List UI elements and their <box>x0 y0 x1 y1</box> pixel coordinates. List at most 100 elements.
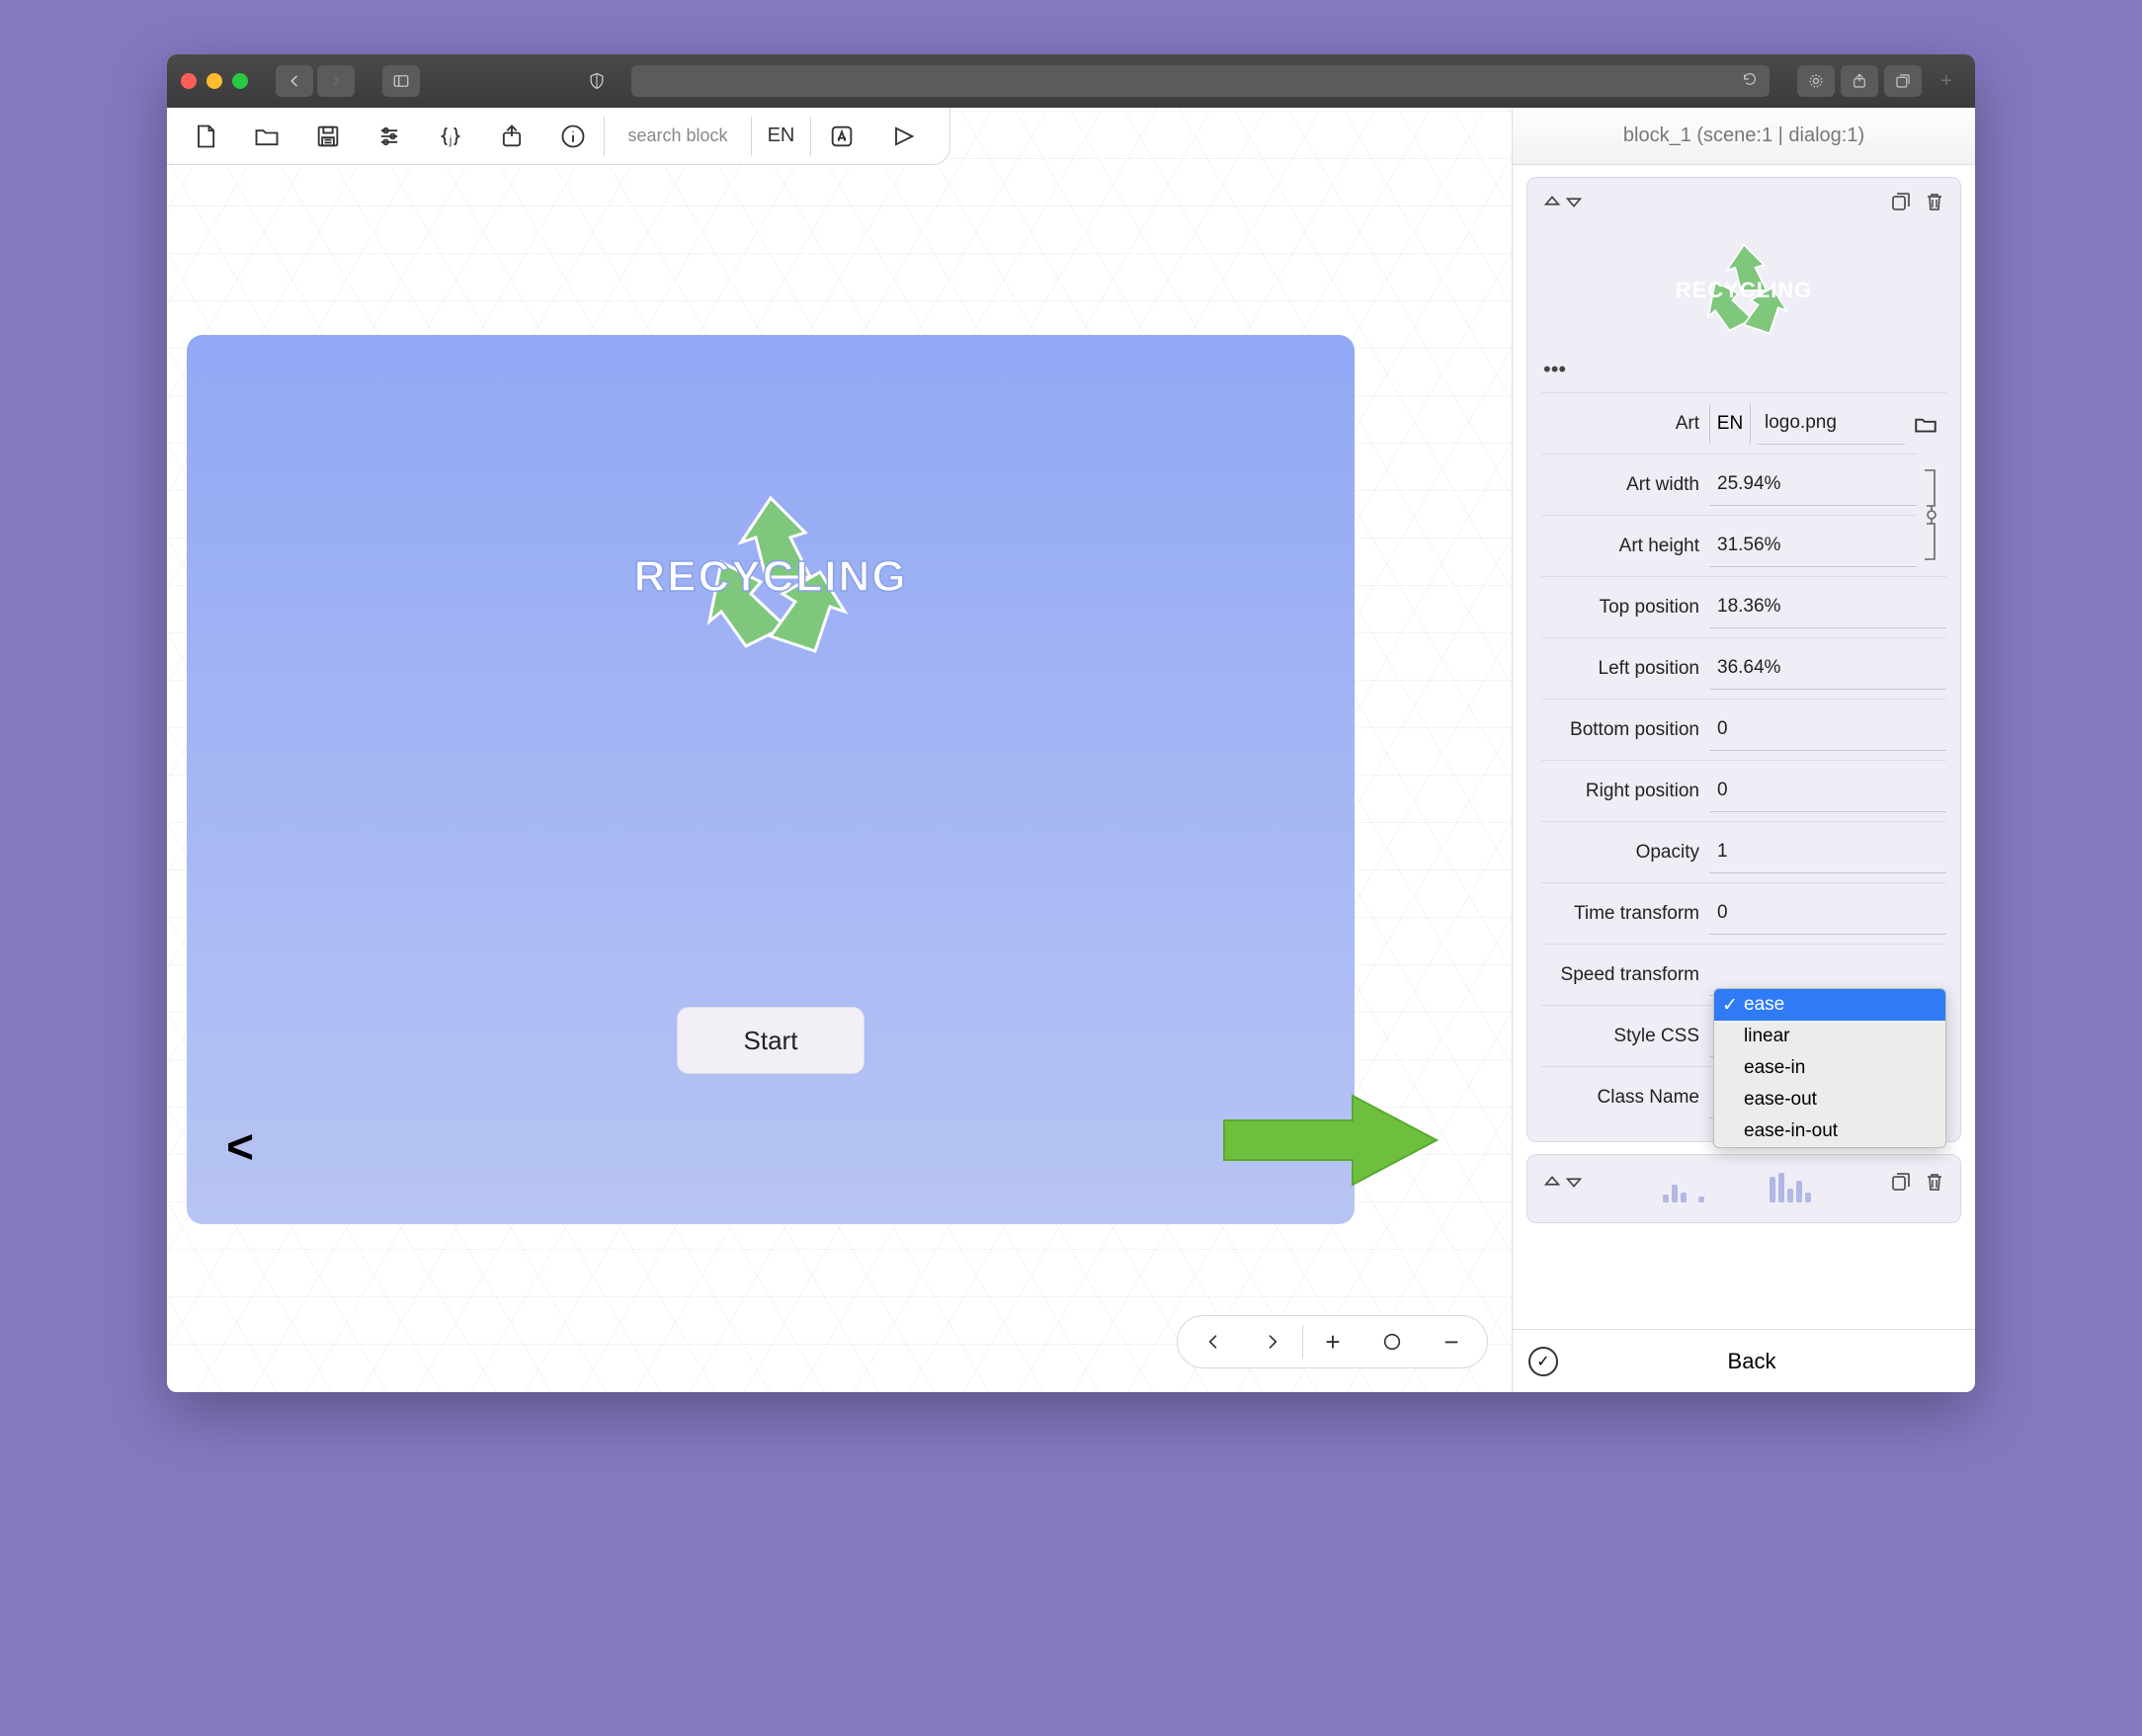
art-height-label: Art height <box>1541 536 1709 557</box>
right-position-label: Right position <box>1541 781 1709 802</box>
duplicate-icon[interactable] <box>1889 1170 1913 1199</box>
app-body: j search block EN <box>167 108 1975 1392</box>
art-width-row: Art width 25.94% <box>1541 454 1917 515</box>
app-store-icon[interactable] <box>811 114 872 159</box>
share-icon[interactable] <box>1841 65 1878 97</box>
bottom-position-input[interactable]: 0 <box>1709 709 1946 751</box>
right-position-row: Right position 0 <box>1541 760 1946 821</box>
new-tab-button[interactable]: + <box>1932 70 1961 93</box>
sidebar-footer: Back <box>1513 1329 1975 1392</box>
nav-buttons <box>276 65 355 97</box>
info-icon[interactable] <box>542 114 604 159</box>
browser-titlebar: + <box>167 54 1975 108</box>
back-button[interactable]: Back <box>1574 1349 1959 1374</box>
zoom-out-icon[interactable]: − <box>1422 1317 1481 1366</box>
open-folder-icon[interactable] <box>236 114 297 159</box>
titlebar-right-actions <box>1797 65 1922 97</box>
opacity-row: Opacity 1 <box>1541 821 1946 882</box>
opacity-label: Opacity <box>1541 842 1709 864</box>
left-position-label: Left position <box>1541 658 1709 680</box>
settings-sliders-icon[interactable] <box>359 114 420 159</box>
forward-button[interactable] <box>317 65 355 97</box>
delete-icon[interactable] <box>1923 190 1946 218</box>
tabs-overview-icon[interactable] <box>1884 65 1922 97</box>
dropdown-option-linear[interactable]: linear <box>1714 1021 1945 1052</box>
top-position-row: Top position 18.36% <box>1541 576 1946 637</box>
logo-art: RECYCLING <box>187 483 1355 671</box>
back-button[interactable] <box>276 65 313 97</box>
language-selector[interactable]: EN <box>752 117 811 156</box>
browse-file-icon[interactable] <box>1905 411 1946 437</box>
duplicate-icon[interactable] <box>1889 190 1913 218</box>
top-position-label: Top position <box>1541 597 1709 619</box>
zoom-reset-icon[interactable] <box>1362 1317 1422 1366</box>
sidebar-header-title: block_1 (scene:1 | dialog:1) <box>1513 108 1975 165</box>
new-file-icon[interactable] <box>175 114 236 159</box>
panel2-reorder-arrows <box>1541 1171 1585 1198</box>
dropdown-option-ease[interactable]: ease <box>1714 989 1945 1021</box>
waveform-preview <box>1663 1165 1811 1202</box>
prev-scene-button[interactable]: < <box>226 1120 254 1175</box>
zoom-in-icon[interactable]: + <box>1303 1317 1362 1366</box>
sidebar-toggle-button[interactable] <box>382 65 420 97</box>
move-up-icon[interactable] <box>1541 191 1563 217</box>
search-block-input[interactable]: search block <box>604 117 752 156</box>
dropdown-option-ease-out[interactable]: ease-out <box>1714 1084 1945 1116</box>
maximize-window-button[interactable] <box>232 73 248 89</box>
art-label: Art <box>1541 413 1709 435</box>
move-up-icon[interactable] <box>1541 1171 1563 1198</box>
panel-reorder-arrows <box>1541 191 1585 217</box>
bottom-toolbar: + − <box>1177 1315 1488 1368</box>
next-page-icon[interactable] <box>1243 1317 1302 1366</box>
timeline-panel <box>1526 1154 1961 1223</box>
app-window: + j search block EN <box>167 54 1975 1392</box>
bottom-position-row: Bottom position 0 <box>1541 699 1946 760</box>
traffic-lights <box>181 73 248 89</box>
play-icon[interactable] <box>872 114 934 159</box>
aspect-lock-icon[interactable] <box>1917 454 1946 576</box>
save-icon[interactable] <box>297 114 359 159</box>
confirm-icon[interactable] <box>1528 1347 1558 1376</box>
bottom-position-label: Bottom position <box>1541 719 1709 741</box>
thumbnail-logo-text: RECYCLING <box>1676 278 1813 303</box>
art-height-row: Art height 31.56% <box>1541 515 1917 576</box>
move-down-icon[interactable] <box>1563 1171 1585 1198</box>
address-bar[interactable] <box>631 65 1770 97</box>
right-position-input[interactable]: 0 <box>1709 771 1946 812</box>
opacity-input[interactable]: 1 <box>1709 832 1946 873</box>
art-lang[interactable]: EN <box>1709 404 1751 444</box>
close-window-button[interactable] <box>181 73 197 89</box>
minimize-window-button[interactable] <box>206 73 222 89</box>
json-icon[interactable]: j <box>420 114 481 159</box>
delete-icon[interactable] <box>1923 1170 1946 1199</box>
speed-transform-label: Speed transform <box>1541 964 1709 986</box>
top-position-input[interactable]: 18.36% <box>1709 587 1946 628</box>
art-height-input[interactable]: 31.56% <box>1709 526 1917 567</box>
sidebar-toggle-group <box>382 65 420 97</box>
privacy-shield-icon[interactable] <box>578 65 616 97</box>
art-file-input[interactable]: logo.png <box>1757 403 1905 445</box>
block-panel: RECYCLING ••• Art EN logo.png Art width … <box>1526 177 1961 1142</box>
speed-transform-dropdown[interactable]: ease linear ease-in ease-out ease-in-out <box>1713 988 1946 1148</box>
svg-text:j: j <box>449 134 453 147</box>
dropdown-option-ease-in[interactable]: ease-in <box>1714 1052 1945 1084</box>
panel-actions <box>1889 190 1946 218</box>
logo-text: RECYCLING <box>633 552 907 602</box>
start-button[interactable]: Start <box>677 1007 865 1074</box>
dropdown-option-ease-in-out[interactable]: ease-in-out <box>1714 1116 1945 1147</box>
canvas-area: j search block EN <box>167 108 1513 1392</box>
prev-page-icon[interactable] <box>1184 1317 1243 1366</box>
time-transform-input[interactable]: 0 <box>1709 893 1946 935</box>
extensions-gear-icon[interactable] <box>1797 65 1835 97</box>
export-icon[interactable] <box>481 114 542 159</box>
left-position-row: Left position 36.64% <box>1541 637 1946 699</box>
reload-icon[interactable] <box>1742 71 1758 92</box>
art-width-label: Art width <box>1541 474 1709 496</box>
more-options[interactable]: ••• <box>1541 355 1946 392</box>
scene-preview[interactable]: RECYCLING Start < > <box>187 335 1355 1224</box>
next-scene-button[interactable]: > <box>1287 1120 1315 1175</box>
left-position-input[interactable]: 36.64% <box>1709 648 1946 690</box>
app-toolbar: j search block EN <box>167 108 950 165</box>
move-down-icon[interactable] <box>1563 191 1585 217</box>
art-width-input[interactable]: 25.94% <box>1709 464 1917 506</box>
